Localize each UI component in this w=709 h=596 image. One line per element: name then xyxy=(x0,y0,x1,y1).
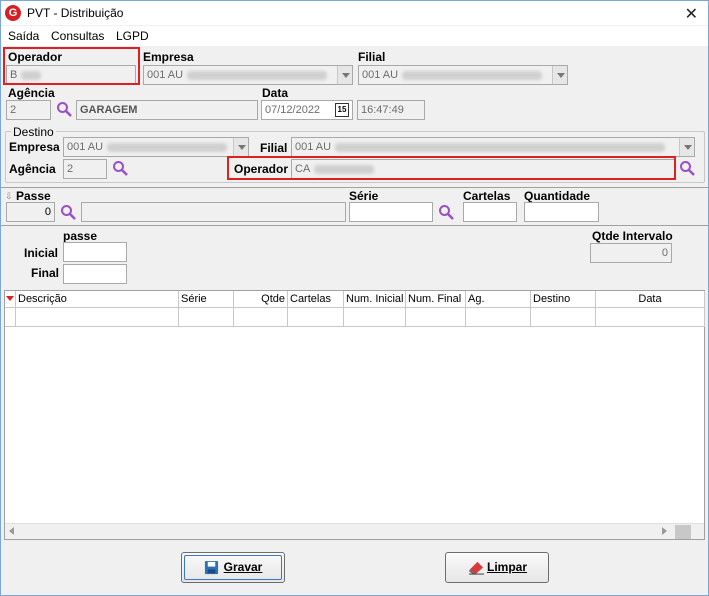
grid-cell[interactable] xyxy=(288,308,344,327)
scroll-left-icon[interactable] xyxy=(9,527,14,535)
chevron-down-icon[interactable] xyxy=(679,138,694,156)
cartelas-field[interactable] xyxy=(463,202,517,222)
grid-cell[interactable] xyxy=(531,308,596,327)
quantidade-field[interactable] xyxy=(524,202,599,222)
title-bar: G PVT - Distribuição ✕ xyxy=(1,1,708,25)
limpar-label: Limpar xyxy=(486,560,527,574)
data-value: 07/12/2022 xyxy=(265,104,321,116)
chevron-down-icon[interactable] xyxy=(552,66,567,84)
search-icon[interactable] xyxy=(679,160,695,176)
menu-saida[interactable]: Saída xyxy=(8,29,39,43)
intervalo-header: passe xyxy=(63,229,98,243)
hora-field: 16:47:49 xyxy=(357,100,425,120)
col-qtde[interactable]: Qtde xyxy=(234,291,288,308)
menu-lgpd[interactable]: LGPD xyxy=(116,29,149,43)
window-title: PVT - Distribuição xyxy=(27,6,124,20)
qtde-intervalo-field: 0 xyxy=(590,243,672,263)
destino-empresa-label: Empresa xyxy=(9,140,60,154)
menu-bar: Saída Consultas LGPD xyxy=(1,26,708,46)
agencia-label: Agência xyxy=(8,86,55,100)
grid-cell[interactable] xyxy=(344,308,406,327)
sort-arrow-icon xyxy=(6,296,14,301)
grid-cell[interactable] xyxy=(466,308,531,327)
inicial-label: Inicial xyxy=(24,246,59,260)
filial-select[interactable]: 001 AU xyxy=(358,65,568,85)
grid-cell[interactable] xyxy=(179,308,234,327)
filial-value: 001 AU xyxy=(362,69,399,81)
col-serie[interactable]: Série xyxy=(179,291,234,308)
col-cartelas[interactable]: Cartelas xyxy=(288,291,344,308)
grid-indicator-header xyxy=(5,291,16,308)
data-label: Data xyxy=(262,86,289,100)
destino-group-label: Destino xyxy=(11,125,56,139)
passe-desc-field xyxy=(81,202,346,222)
close-icon[interactable]: ✕ xyxy=(685,4,698,24)
app-logo-icon: G xyxy=(5,5,21,21)
agencia-code-field[interactable]: 2 xyxy=(6,100,51,120)
chevron-down-icon[interactable] xyxy=(337,66,352,84)
col-ag[interactable]: Ag. xyxy=(466,291,531,308)
arrow-down-icon: ⇩ xyxy=(5,191,13,201)
grid-cell[interactable] xyxy=(234,308,288,327)
passe-label: Passe xyxy=(16,189,51,203)
destino-empresa-select[interactable]: 001 AU xyxy=(63,137,249,157)
serie-field[interactable] xyxy=(349,202,433,222)
grid-cell[interactable] xyxy=(406,308,466,327)
col-num-inicial[interactable]: Num. Inicial xyxy=(344,291,406,308)
search-icon[interactable] xyxy=(112,160,128,176)
scroll-thumb[interactable] xyxy=(675,525,691,539)
grid-cell[interactable] xyxy=(16,308,179,327)
save-icon xyxy=(204,560,219,575)
search-icon[interactable] xyxy=(438,204,454,220)
distribuicao-grid[interactable]: Descrição Série Qtde Cartelas Num. Inici… xyxy=(4,290,705,540)
destino-filial-label: Filial xyxy=(260,141,288,155)
empresa-label: Empresa xyxy=(143,50,194,64)
limpar-button[interactable]: Limpar xyxy=(445,552,549,583)
filial-label: Filial xyxy=(358,50,386,64)
empresa-select[interactable]: 001 AU xyxy=(143,65,353,85)
destino-filial-select[interactable]: 001 AU xyxy=(291,137,695,157)
destino-empresa-value: 001 AU xyxy=(67,141,104,153)
search-icon[interactable] xyxy=(60,204,76,220)
agencia-name-field: GARAGEM xyxy=(76,100,258,120)
quantidade-label: Quantidade xyxy=(524,189,591,203)
final-label: Final xyxy=(31,266,60,280)
col-destino[interactable]: Destino xyxy=(531,291,596,308)
gravar-label: Gravar xyxy=(223,560,263,574)
divider xyxy=(1,225,708,226)
scroll-right-icon[interactable] xyxy=(662,527,667,535)
destino-agencia-label: Agência xyxy=(9,162,56,176)
eraser-icon xyxy=(469,561,484,575)
search-icon[interactable] xyxy=(56,101,72,117)
divider xyxy=(1,187,708,188)
menu-consultas[interactable]: Consultas xyxy=(51,29,104,43)
calendar-icon[interactable]: 15 xyxy=(335,103,349,117)
col-descricao[interactable]: Descrição xyxy=(16,291,179,308)
grid-cell[interactable] xyxy=(596,308,705,327)
cartelas-label: Cartelas xyxy=(463,189,511,203)
final-field[interactable] xyxy=(63,264,127,284)
gravar-button[interactable]: Gravar xyxy=(181,552,285,583)
operador-highlight xyxy=(3,47,140,85)
col-num-final[interactable]: Num. Final xyxy=(406,291,466,308)
empresa-value: 001 AU xyxy=(147,69,184,81)
passe-field[interactable]: 0 xyxy=(6,202,55,222)
col-data[interactable]: Data xyxy=(596,291,705,308)
inicial-field[interactable] xyxy=(63,242,127,262)
main-window: G PVT - Distribuição ✕ Saída Consultas L… xyxy=(0,0,709,596)
qtde-intervalo-label: Qtde Intervalo xyxy=(592,229,673,243)
serie-label: Série xyxy=(349,189,379,203)
destino-filial-value: 001 AU xyxy=(295,141,332,153)
chevron-down-icon[interactable] xyxy=(233,138,248,156)
grid-cell[interactable] xyxy=(5,308,16,327)
horizontal-scrollbar[interactable] xyxy=(5,523,704,539)
destino-operador-highlight xyxy=(227,156,676,180)
destino-agencia-field[interactable]: 2 xyxy=(63,159,107,179)
